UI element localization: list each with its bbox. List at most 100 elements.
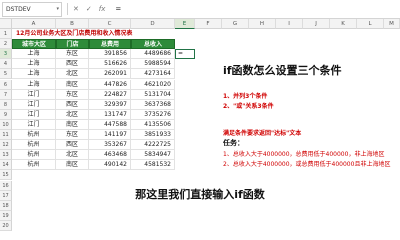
close-icon[interactable]: ✕: [73, 5, 79, 13]
row-header-14[interactable]: 14: [0, 160, 12, 171]
table-cell[interactable]: 131747: [89, 109, 131, 120]
table-cell[interactable]: 江门: [12, 119, 56, 130]
table-cell[interactable]: 447588: [89, 119, 131, 130]
task-1: 1、总收入大于4000000，总费用低于400000，非上海地区: [223, 151, 385, 158]
row-header-18[interactable]: 18: [0, 200, 12, 211]
column-header-f[interactable]: F: [195, 19, 222, 29]
table-cell[interactable]: 516626: [89, 59, 131, 70]
table-cell[interactable]: 上海: [12, 69, 56, 80]
formula-separator: [67, 3, 68, 15]
lesson-requirement: 满足条件要求返回"达标"文本: [223, 130, 302, 137]
task-2: 2、总收入大于4000000，或总费用低于400000且非上海地区: [223, 161, 391, 168]
column-header-j[interactable]: J: [303, 19, 330, 29]
row-header-4[interactable]: 4: [0, 59, 12, 70]
table-cell[interactable]: 江门: [12, 89, 56, 100]
table-cell[interactable]: 4222725: [131, 140, 175, 151]
table-header-cell: 城市大区: [12, 39, 56, 50]
lesson-item-2: 2、"或"关系3条件: [223, 103, 274, 110]
row-header-11[interactable]: 11: [0, 130, 12, 141]
row-header-7[interactable]: 7: [0, 89, 12, 100]
table-cell[interactable]: 3851933: [131, 130, 175, 141]
row-header-15[interactable]: 15: [0, 170, 12, 181]
select-all-corner[interactable]: [0, 19, 12, 29]
table-cell[interactable]: 西区: [56, 59, 89, 70]
table-cell[interactable]: 杭州: [12, 160, 56, 171]
spreadsheet-window: DSTDEV ▾ ✕ ✓ fx = ABCDEFGHIJKLM123456789…: [0, 0, 400, 231]
chevron-down-icon[interactable]: ▾: [56, 3, 59, 16]
name-box[interactable]: DSTDEV ▾: [2, 1, 62, 17]
table-cell[interactable]: 4489686: [131, 49, 175, 60]
table-cell[interactable]: 490142: [89, 160, 131, 171]
row-header-8[interactable]: 8: [0, 99, 12, 110]
table-cell[interactable]: 东区: [56, 89, 89, 100]
formula-icons: ✕ ✓ fx: [73, 5, 105, 13]
table-cell[interactable]: 江门: [12, 109, 56, 120]
row-header-10[interactable]: 10: [0, 119, 12, 130]
table-cell[interactable]: 4273164: [131, 69, 175, 80]
table-cell[interactable]: 杭州: [12, 140, 56, 151]
table-cell[interactable]: 5988594: [131, 59, 175, 70]
row-header-3[interactable]: 3: [0, 49, 12, 60]
row-header-9[interactable]: 9: [0, 109, 12, 120]
table-cell[interactable]: 南区: [56, 119, 89, 130]
table-cell[interactable]: 北区: [56, 109, 89, 120]
column-header-d[interactable]: D: [131, 19, 175, 29]
table-cell[interactable]: 北区: [56, 69, 89, 80]
row-header-12[interactable]: 12: [0, 140, 12, 151]
table-cell[interactable]: 5131704: [131, 89, 175, 100]
table-cell[interactable]: 上海: [12, 49, 56, 60]
column-header-h[interactable]: H: [249, 19, 276, 29]
column-header-a[interactable]: A: [12, 19, 56, 29]
table-cell[interactable]: 5834947: [131, 150, 175, 161]
table-cell[interactable]: 杭州: [12, 150, 56, 161]
lesson-item-1: 1、并列3个条件: [223, 93, 268, 100]
table-cell[interactable]: 西区: [56, 99, 89, 110]
table-cell[interactable]: 江门: [12, 99, 56, 110]
row-header-1[interactable]: 1: [0, 29, 12, 40]
table-cell[interactable]: 224827: [89, 89, 131, 100]
formula-input[interactable]: =: [115, 5, 121, 13]
table-cell[interactable]: 东区: [56, 130, 89, 141]
table-header-cell: 总费用: [89, 39, 131, 50]
table-cell[interactable]: 西区: [56, 140, 89, 151]
table-cell[interactable]: 262091: [89, 69, 131, 80]
table-cell[interactable]: 4135506: [131, 119, 175, 130]
video-subtitle: 那这里我们直接输入if函数: [135, 188, 265, 201]
table-cell[interactable]: 3637368: [131, 99, 175, 110]
column-header-c[interactable]: C: [89, 19, 131, 29]
table-cell[interactable]: 上海: [12, 79, 56, 90]
row-header-6[interactable]: 6: [0, 79, 12, 90]
table-cell[interactable]: 东区: [56, 49, 89, 60]
column-header-g[interactable]: G: [222, 19, 249, 29]
table-cell[interactable]: 北区: [56, 150, 89, 161]
table-cell[interactable]: 杭州: [12, 130, 56, 141]
column-header-k[interactable]: K: [330, 19, 357, 29]
column-header-m[interactable]: M: [384, 19, 400, 29]
row-header-13[interactable]: 13: [0, 150, 12, 161]
table-cell[interactable]: 南区: [56, 160, 89, 171]
table-cell[interactable]: 南区: [56, 79, 89, 90]
table-cell[interactable]: 353267: [89, 140, 131, 151]
column-header-l[interactable]: L: [357, 19, 384, 29]
table-cell[interactable]: 141197: [89, 130, 131, 141]
active-cell-value: =: [178, 50, 184, 58]
table-cell[interactable]: 上海: [12, 59, 56, 70]
column-header-i[interactable]: I: [276, 19, 303, 29]
table-cell[interactable]: 391856: [89, 49, 131, 60]
active-cell-e3[interactable]: =: [175, 49, 195, 60]
column-header-e[interactable]: E: [175, 19, 195, 29]
sheet-title: 12月公司业务大区及门店费用和收入情况表: [16, 30, 133, 37]
table-cell[interactable]: 4581532: [131, 160, 175, 171]
table-cell[interactable]: 463468: [89, 150, 131, 161]
check-icon[interactable]: ✓: [86, 5, 92, 13]
row-header-20[interactable]: 20: [0, 220, 12, 231]
row-header-19[interactable]: 19: [0, 210, 12, 221]
fx-icon[interactable]: fx: [99, 5, 106, 13]
column-header-b[interactable]: B: [56, 19, 89, 29]
table-cell[interactable]: 447826: [89, 79, 131, 90]
table-cell[interactable]: 4621020: [131, 79, 175, 90]
table-cell[interactable]: 3735276: [131, 109, 175, 120]
row-header-2[interactable]: 2: [0, 39, 12, 50]
row-header-5[interactable]: 5: [0, 69, 12, 80]
table-cell[interactable]: 329397: [89, 99, 131, 110]
